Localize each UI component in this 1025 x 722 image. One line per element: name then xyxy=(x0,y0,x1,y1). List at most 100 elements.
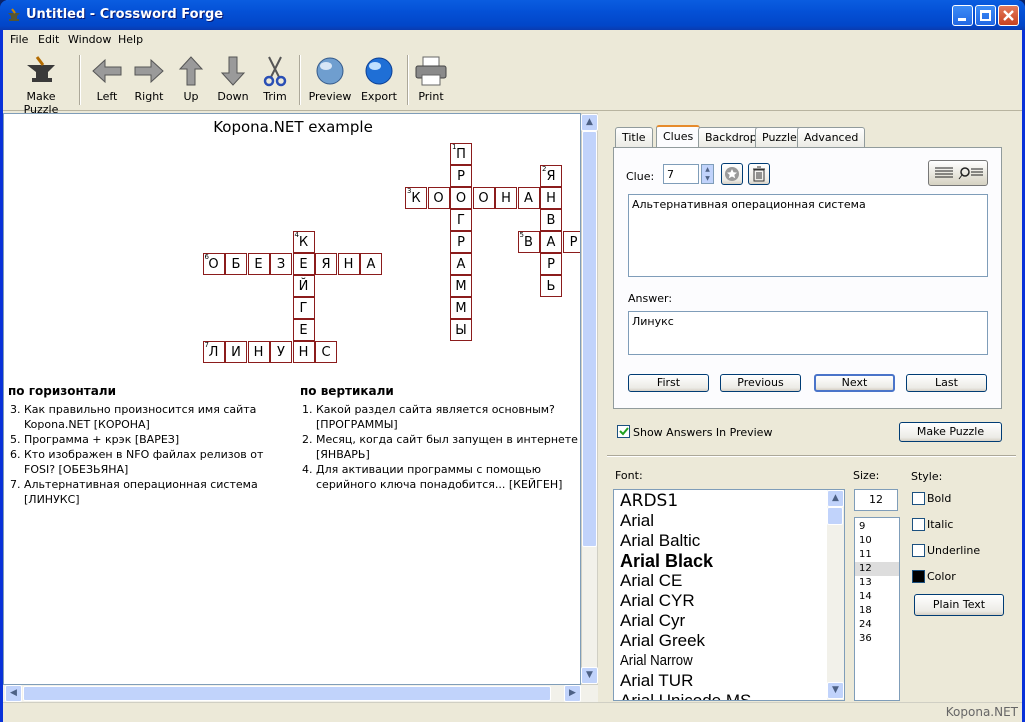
size-list[interactable]: 9 10 11 12 13 14 18 24 36 xyxy=(854,517,900,701)
print-label: Print xyxy=(418,90,444,103)
grid-cell: М xyxy=(450,297,472,319)
font-list-item[interactable]: Arial CYR xyxy=(620,591,844,611)
cell-letter: В xyxy=(546,213,556,228)
plain-text-button[interactable]: Plain Text xyxy=(914,594,1004,616)
size-list-item[interactable]: 36 xyxy=(855,632,899,646)
size-list-item[interactable]: 24 xyxy=(855,618,899,632)
minimize-button[interactable] xyxy=(952,5,973,26)
cell-letter: И xyxy=(231,345,241,360)
right-tool[interactable]: Right xyxy=(131,55,167,107)
show-answers-checkbox[interactable] xyxy=(617,425,630,438)
across-clue-line: Kopona.NET [КОРОНА] xyxy=(24,418,150,431)
clue-number-input[interactable]: 7 xyxy=(663,164,699,184)
tab-clues[interactable]: Clues xyxy=(656,125,701,148)
size-list-item[interactable]: 18 xyxy=(855,604,899,618)
size-list-item[interactable]: 11 xyxy=(855,548,899,562)
font-list-item[interactable]: Arial TUR xyxy=(620,671,844,691)
menu-file[interactable]: File xyxy=(10,33,28,46)
cell-letter: О xyxy=(455,191,467,206)
down-tool[interactable]: Down xyxy=(215,55,251,107)
menu-window[interactable]: Window xyxy=(68,33,111,46)
cell-letter: Е xyxy=(299,323,308,338)
close-button[interactable] xyxy=(998,5,1019,26)
first-button[interactable]: First xyxy=(628,374,709,392)
make-puzzle-tool[interactable]: Make Puzzle xyxy=(9,55,73,116)
font-list[interactable]: ARDS1 Arial Arial Baltic Arial Black Arial C… xyxy=(613,489,845,701)
size-label: Size: xyxy=(853,469,880,482)
cell-number: 1 xyxy=(452,143,457,151)
font-list-item[interactable]: Arial Unicode MS xyxy=(620,691,844,700)
globe-export-icon xyxy=(365,57,393,85)
scroll-down-button[interactable]: ▼ xyxy=(581,667,598,684)
cell-letter: Е xyxy=(299,257,308,272)
answer-input[interactable]: Линукс xyxy=(628,311,988,355)
font-list-item[interactable]: Arial CE xyxy=(620,571,844,591)
size-input[interactable]: 12 xyxy=(854,489,898,511)
cell-letter: А xyxy=(524,191,533,206)
arrow-down-icon xyxy=(220,56,246,86)
size-list-item[interactable]: 10 xyxy=(855,534,899,548)
clue-text-area[interactable]: Альтернативная операционная система xyxy=(628,194,988,277)
font-list-item[interactable]: Arial xyxy=(620,511,844,531)
across-clue-line: 7. Альтернативная операционная система xyxy=(10,478,258,491)
tab-backdrop[interactable]: Backdrop xyxy=(698,127,764,147)
size-list-item[interactable]: 13 xyxy=(855,576,899,590)
font-list-item[interactable]: Arial Baltic xyxy=(620,531,844,551)
font-list-item[interactable]: Arial Narrow xyxy=(620,651,817,671)
bold-checkbox[interactable] xyxy=(912,492,925,505)
scroll-right-button[interactable]: ▶ xyxy=(564,685,581,702)
size-list-item[interactable]: 12 xyxy=(855,562,899,576)
delete-clue-button[interactable] xyxy=(748,163,770,185)
last-button[interactable]: Last xyxy=(906,374,987,392)
export-tool[interactable]: Export xyxy=(357,55,401,107)
color-swatch[interactable] xyxy=(912,570,925,583)
down-clue-line: 1. Какой раздел сайта является основным? xyxy=(302,403,555,416)
font-scroll-up[interactable]: ▲ xyxy=(827,490,844,507)
cell-letter: Р xyxy=(547,257,555,272)
make-puzzle-button[interactable]: Make Puzzle xyxy=(899,422,1002,442)
grid-cell: Е xyxy=(292,319,315,341)
next-button[interactable]: Next xyxy=(814,374,895,392)
title-bar[interactable]: Untitled - Crossword Forge xyxy=(0,0,1025,30)
add-clue-button[interactable] xyxy=(721,163,743,185)
scroll-thumb[interactable] xyxy=(582,131,597,547)
left-tool[interactable]: Left xyxy=(89,55,125,107)
italic-checkbox[interactable] xyxy=(912,518,925,531)
clue-number-spinner[interactable]: ▲ ▼ xyxy=(701,164,714,184)
clue-label: Clue: xyxy=(626,170,655,183)
trim-tool[interactable]: Trim xyxy=(259,55,291,107)
font-list-item[interactable]: Arial Greek xyxy=(620,631,844,651)
checkmark-icon xyxy=(619,427,629,436)
puzzle-canvas[interactable]: Kopona.NET example П1РОГРАММЫК3ООНАЯ2НВА… xyxy=(3,113,581,685)
size-list-item[interactable]: 14 xyxy=(855,590,899,604)
up-tool[interactable]: Up xyxy=(175,55,207,107)
preview-tool[interactable]: Preview xyxy=(307,55,353,107)
canvas-horizontal-scrollbar[interactable]: ◀ ▶ xyxy=(3,685,598,702)
previous-button[interactable]: Previous xyxy=(720,374,801,392)
scroll-left-button[interactable]: ◀ xyxy=(5,685,22,702)
canvas-vertical-scrollbar[interactable]: ▲ ▼ xyxy=(581,113,598,685)
font-scroll-thumb[interactable] xyxy=(827,507,843,525)
cell-letter: С xyxy=(321,345,331,360)
tab-advanced[interactable]: Advanced xyxy=(797,127,866,147)
size-list-item[interactable]: 9 xyxy=(855,520,899,534)
font-scroll-down[interactable]: ▼ xyxy=(827,682,844,699)
maximize-button[interactable] xyxy=(975,5,996,26)
font-list-item[interactable]: Arial Cyr xyxy=(620,611,844,631)
menu-edit[interactable]: Edit xyxy=(38,33,59,46)
cell-letter: Н xyxy=(343,257,354,272)
font-list-scrollbar[interactable]: ▲ ▼ xyxy=(827,490,844,700)
view-toggle[interactable] xyxy=(928,160,988,186)
underline-checkbox[interactable] xyxy=(912,544,925,557)
grid-cell: Р xyxy=(562,231,580,253)
grid-cell: О xyxy=(450,187,472,209)
font-list-item[interactable]: Arial Black xyxy=(620,551,844,571)
print-tool[interactable]: Print xyxy=(413,55,449,107)
grid-cell: Ь xyxy=(540,275,562,297)
menu-help[interactable]: Help xyxy=(118,33,143,46)
across-clue-line: 5. Программа + крэк [ВАРЕЗ] xyxy=(10,433,180,446)
tab-title[interactable]: Title xyxy=(615,127,653,147)
scroll-thumb-horizontal[interactable] xyxy=(23,686,551,701)
font-list-item[interactable]: ARDS1 xyxy=(620,491,844,511)
scroll-up-button[interactable]: ▲ xyxy=(581,114,598,131)
